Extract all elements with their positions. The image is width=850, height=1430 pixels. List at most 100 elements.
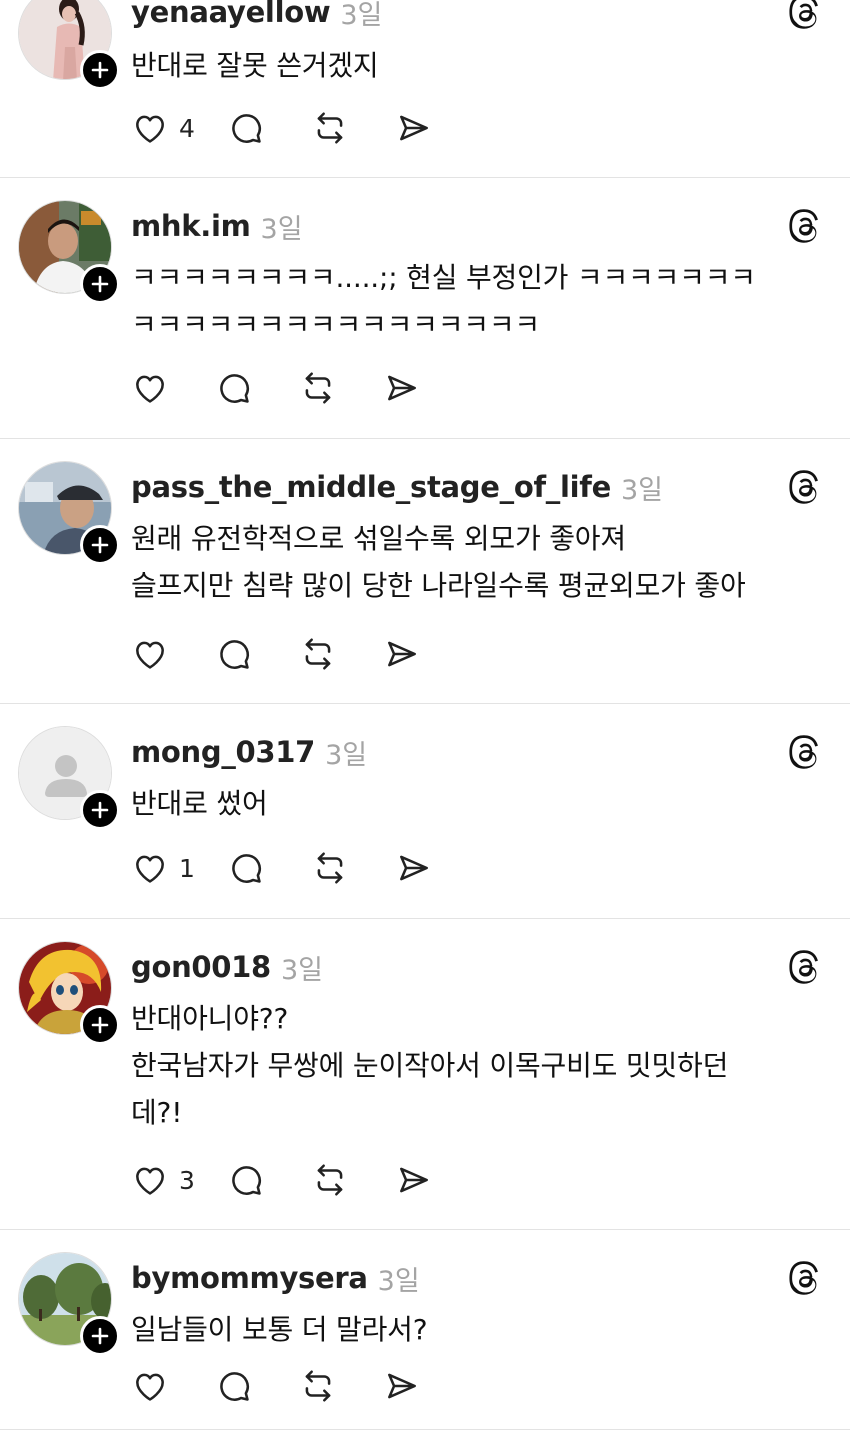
like-count: 3 xyxy=(179,1165,195,1195)
post-text-line: 데?! xyxy=(131,1096,183,1129)
threads-reply-feed: yenaayellow 3일 반대로 잘못 쓴거겠지 4 mhk.im 3일 ㅋ… xyxy=(0,0,850,1430)
repost-icon xyxy=(317,112,343,144)
plus-icon xyxy=(91,1327,109,1345)
post-text-line: ㅋㅋㅋㅋㅋㅋㅋㅋㅋㅋㅋㅋㅋㅋㅋㅋ xyxy=(131,308,540,341)
heart-icon xyxy=(136,641,164,669)
comment-bubble-icon xyxy=(232,854,261,883)
plus-icon xyxy=(91,1016,109,1034)
post-text-line: 반대로 썼어 xyxy=(131,787,268,820)
post-pass_the_middle_stage_of_life: pass_the_middle_stage_of_life 3일 원래 유전학적… xyxy=(0,439,850,704)
threads-logo-icon[interactable] xyxy=(788,0,822,29)
avatar-container[interactable] xyxy=(18,200,120,304)
follow-button[interactable] xyxy=(80,525,120,565)
post-text: ㅋㅋㅋㅋㅋㅋㅋㅋ.....;; 현실 부정인가 ㅋㅋㅋㅋㅋㅋㅋ ㅋㅋㅋㅋㅋㅋㅋㅋㅋ… xyxy=(131,254,821,348)
post-text-line: 반대로 잘못 쓴거겠지 xyxy=(131,49,379,82)
post-mong_0317: mong_0317 3일 반대로 썼어 1 xyxy=(0,704,850,919)
share-button[interactable] xyxy=(383,1367,421,1405)
like-button[interactable] xyxy=(131,1367,169,1405)
reply-button[interactable] xyxy=(215,635,253,673)
share-button[interactable] xyxy=(395,849,433,887)
username[interactable]: bymommysera xyxy=(131,1261,368,1295)
share-button[interactable] xyxy=(395,1161,433,1199)
like-button[interactable]: 1 xyxy=(131,849,195,887)
action-bar: 3 xyxy=(131,1160,479,1200)
post-text-line: 한국남자가 무쌍에 눈이작아서 이목구비도 밋밋하던 xyxy=(131,1049,729,1082)
like-button[interactable]: 4 xyxy=(131,109,195,147)
threads-logo-icon[interactable] xyxy=(788,209,822,243)
like-button[interactable]: 3 xyxy=(131,1161,195,1199)
follow-button[interactable] xyxy=(80,790,120,830)
repost-icon xyxy=(317,852,343,884)
post-header: yenaayellow 3일 xyxy=(131,0,820,32)
action-bar xyxy=(131,1366,467,1406)
username[interactable]: mhk.im xyxy=(131,209,251,243)
post-text: 원래 유전학적으로 섞일수록 외모가 좋아져 슬프지만 침략 많이 당한 나라일수… xyxy=(131,515,821,609)
reply-button[interactable] xyxy=(215,369,253,407)
heart-icon xyxy=(136,115,164,143)
like-count: 4 xyxy=(179,113,195,143)
comment-bubble-icon xyxy=(232,114,261,143)
heart-icon xyxy=(136,855,164,883)
threads-logo-icon[interactable] xyxy=(788,470,822,504)
avatar-container[interactable] xyxy=(18,0,120,90)
threads-logo-icon[interactable] xyxy=(788,950,822,984)
timestamp: 3일 xyxy=(325,739,368,771)
reply-button[interactable] xyxy=(215,1367,253,1405)
post-text-line: 일남들이 보통 더 말라서? xyxy=(131,1313,428,1346)
like-button[interactable] xyxy=(131,369,169,407)
share-button[interactable] xyxy=(383,369,421,407)
follow-button[interactable] xyxy=(80,1005,120,1045)
repost-button[interactable] xyxy=(299,369,337,407)
repost-button[interactable] xyxy=(299,635,337,673)
post-text-line: ㅋㅋㅋㅋㅋㅋㅋㅋ.....;; 현실 부정인가 ㅋㅋㅋㅋㅋㅋㅋ xyxy=(131,261,756,294)
username[interactable]: gon0018 xyxy=(131,950,271,984)
comment-bubble-icon xyxy=(232,1166,261,1195)
post-text-line: 슬프지만 침략 많이 당한 나라일수록 평균외모가 좋아 xyxy=(131,569,746,602)
repost-button[interactable] xyxy=(311,1161,349,1199)
send-icon xyxy=(399,855,428,881)
send-icon xyxy=(388,1373,416,1399)
repost-icon xyxy=(305,372,331,404)
avatar-container[interactable] xyxy=(18,1252,120,1356)
username[interactable]: yenaayellow xyxy=(131,0,331,29)
reply-button[interactable] xyxy=(227,849,265,887)
threads-logo-icon[interactable] xyxy=(788,735,822,769)
timestamp: 3일 xyxy=(340,0,383,31)
timestamp: 3일 xyxy=(377,1265,420,1297)
post-text: 반대로 썼어 xyxy=(131,780,821,827)
plus-icon xyxy=(91,275,109,293)
repost-button[interactable] xyxy=(299,1367,337,1405)
follow-button[interactable] xyxy=(80,1316,120,1356)
share-button[interactable] xyxy=(383,635,421,673)
repost-button[interactable] xyxy=(311,849,349,887)
post-bymommysera: bymommysera 3일 일남들이 보통 더 말라서? xyxy=(0,1230,850,1430)
avatar-container[interactable] xyxy=(18,726,120,830)
heart-icon xyxy=(136,1373,164,1401)
action-bar xyxy=(131,634,467,674)
like-count: 1 xyxy=(179,853,195,883)
post-text: 반대아니야?? 한국남자가 무쌍에 눈이작아서 이목구비도 밋밋하던데?! xyxy=(131,995,821,1136)
post-header: gon0018 3일 xyxy=(131,947,820,987)
post-text: 반대로 잘못 쓴거겠지 xyxy=(131,42,821,89)
username[interactable]: pass_the_middle_stage_of_life xyxy=(131,470,611,504)
comment-bubble-icon xyxy=(220,640,249,669)
follow-button[interactable] xyxy=(80,50,120,90)
reply-button[interactable] xyxy=(227,1161,265,1199)
reply-button[interactable] xyxy=(227,109,265,147)
username[interactable]: mong_0317 xyxy=(131,735,315,769)
share-button[interactable] xyxy=(395,109,433,147)
like-button[interactable] xyxy=(131,635,169,673)
threads-logo-icon[interactable] xyxy=(788,1261,822,1295)
post-text-line: 반대아니야?? xyxy=(131,1002,289,1035)
repost-icon xyxy=(305,1370,331,1402)
post-header: mong_0317 3일 xyxy=(131,732,820,772)
action-bar xyxy=(131,368,467,408)
heart-icon xyxy=(136,1167,164,1195)
follow-button[interactable] xyxy=(80,264,120,304)
avatar-container[interactable] xyxy=(18,941,120,1045)
repost-button[interactable] xyxy=(311,109,349,147)
timestamp: 3일 xyxy=(260,213,303,245)
heart-icon xyxy=(136,375,164,403)
timestamp: 3일 xyxy=(280,954,323,986)
avatar-container[interactable] xyxy=(18,461,120,565)
